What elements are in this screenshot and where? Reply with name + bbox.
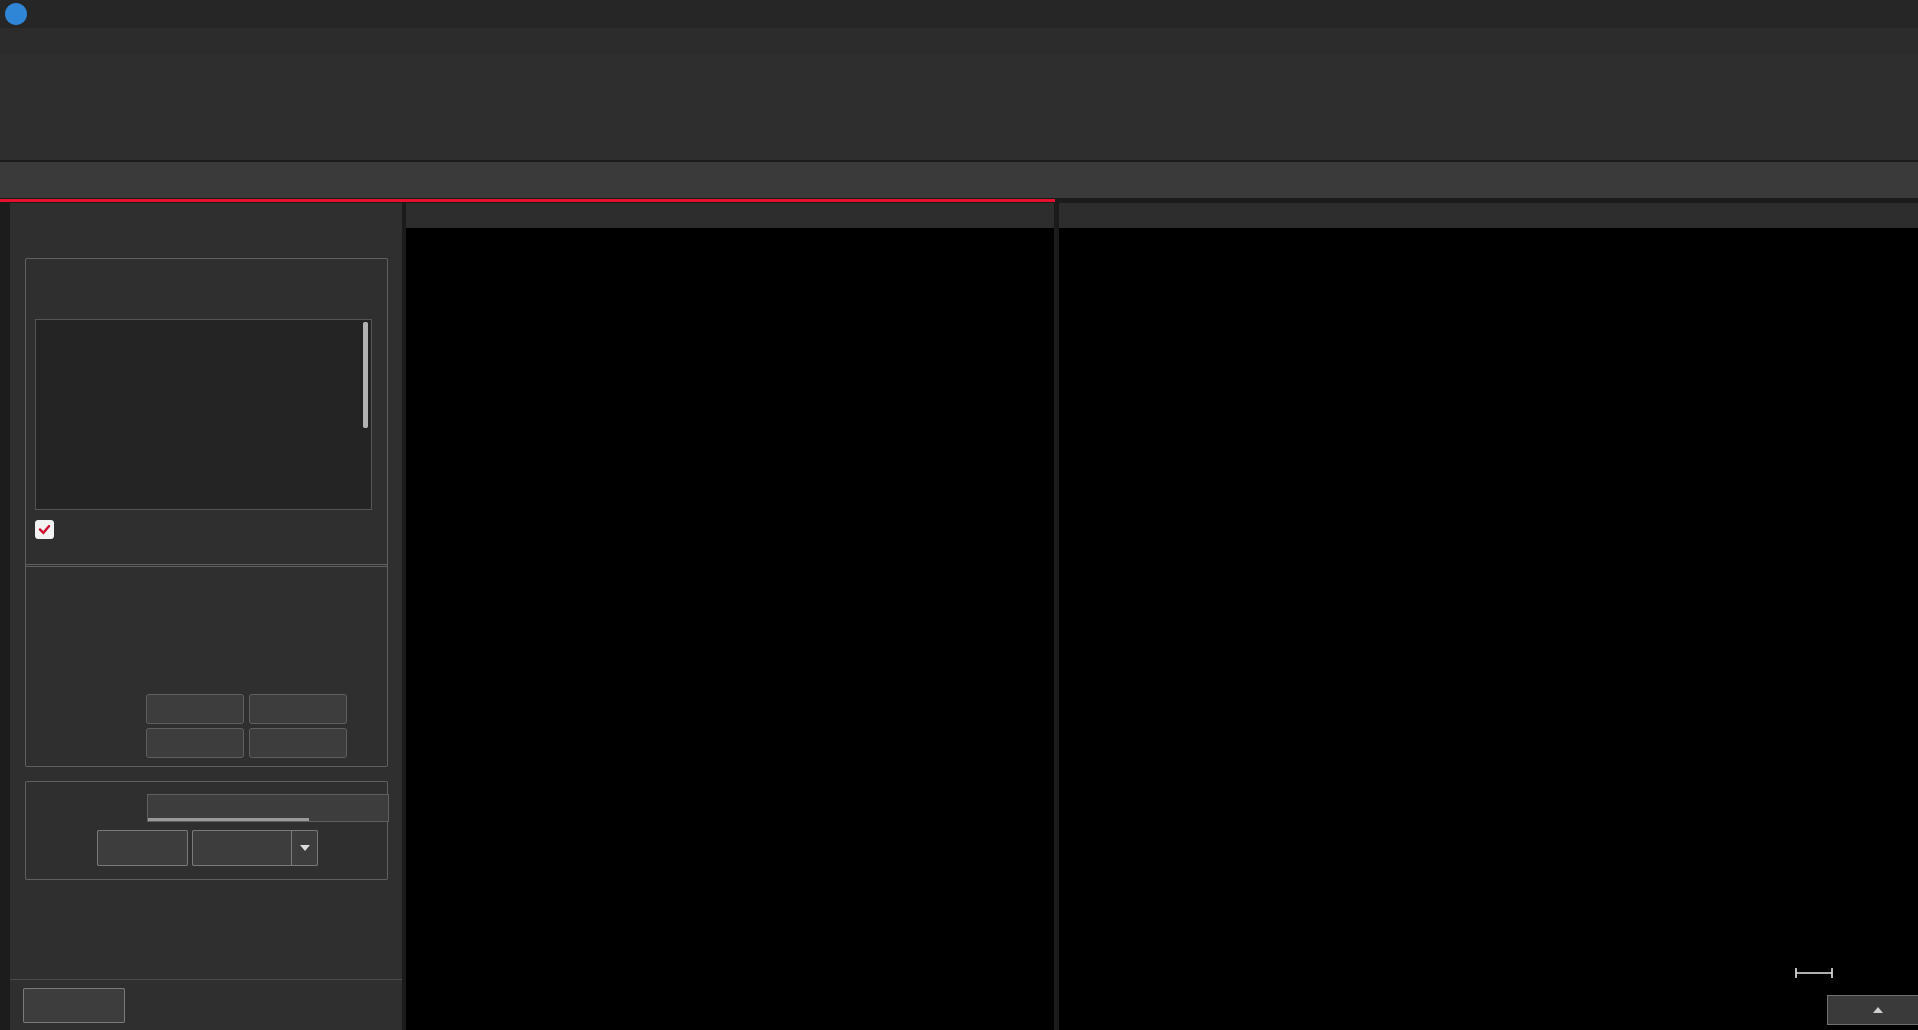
scale-ruler-icon xyxy=(1794,966,1834,980)
section-plot[interactable] xyxy=(1059,228,1918,1030)
2d-axis-indicator xyxy=(1859,921,1903,979)
minimize-button[interactable] xyxy=(1826,0,1856,26)
window-title xyxy=(430,0,1430,28)
panel-collapse-handle[interactable] xyxy=(0,586,10,606)
show-3d-scene-checkbox[interactable] xyxy=(35,520,54,539)
step-v-field[interactable] xyxy=(249,694,347,724)
export-exit-icon[interactable] xyxy=(350,990,380,1020)
popout-icon[interactable] xyxy=(1026,207,1044,225)
subdivisions-u-field[interactable] xyxy=(146,728,244,758)
chevron-up-icon xyxy=(1873,1007,1883,1013)
sections-list[interactable] xyxy=(35,319,372,510)
wcs-selector[interactable] xyxy=(1827,995,1918,1025)
nb-decimals-field[interactable] xyxy=(147,794,389,822)
application-window xyxy=(0,0,1918,1030)
section-view-header xyxy=(1059,203,1918,228)
show-3d-scene-row xyxy=(35,517,70,541)
panel-divider xyxy=(10,979,402,980)
subdivisions-v-field[interactable] xyxy=(249,728,347,758)
step-link-icon[interactable] xyxy=(357,698,377,718)
menu-bar xyxy=(0,28,1918,54)
3d-viewport[interactable] xyxy=(406,228,1054,1030)
accent-divider xyxy=(0,199,1055,202)
app-icon[interactable] xyxy=(5,3,27,25)
panel-edge-strip xyxy=(0,203,10,1030)
dxf-file-icon xyxy=(129,839,148,858)
nb-decimals-slider-fill xyxy=(148,818,309,821)
export-group xyxy=(25,781,388,880)
sections-display-group xyxy=(25,258,388,567)
scale-indicator xyxy=(1794,966,1842,980)
reset-icon[interactable] xyxy=(269,213,296,240)
axis-triad xyxy=(981,938,1039,1000)
section-view-pane xyxy=(1059,203,1918,1030)
help-icon[interactable] xyxy=(361,213,388,240)
subdivisions-link-icon[interactable] xyxy=(357,732,377,752)
dxf-button[interactable] xyxy=(97,830,188,866)
send-to-button[interactable] xyxy=(192,830,292,866)
workflow-steps xyxy=(0,162,1918,198)
chevron-down-icon xyxy=(300,845,310,851)
title-bar xyxy=(0,0,1918,28)
globe-send-icon xyxy=(229,839,248,858)
step-u-field[interactable] xyxy=(146,694,244,724)
popout-icon[interactable] xyxy=(315,213,342,240)
export-panel xyxy=(10,203,402,1030)
send-to-dropdown[interactable] xyxy=(291,830,318,866)
list-scrollbar[interactable] xyxy=(363,322,368,428)
close-button[interactable] xyxy=(1888,0,1918,26)
ribbon-toolbar xyxy=(0,54,1918,160)
3d-view-header xyxy=(406,203,1054,228)
3d-view-pane xyxy=(406,203,1054,1030)
previous-button[interactable] xyxy=(23,988,125,1023)
export-report-views-group xyxy=(25,564,388,767)
popout-icon[interactable] xyxy=(1890,207,1908,225)
maximize-button[interactable] xyxy=(1857,0,1887,26)
